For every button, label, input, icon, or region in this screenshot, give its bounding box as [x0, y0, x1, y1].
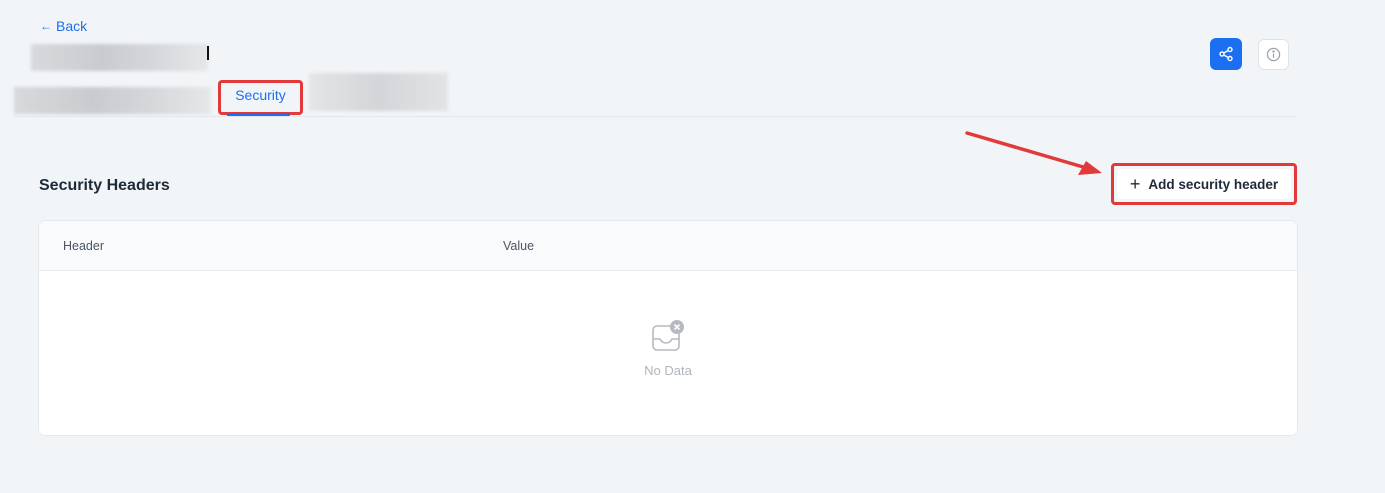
- info-icon: [1266, 47, 1281, 62]
- info-button[interactable]: [1258, 39, 1289, 70]
- back-link[interactable]: ← Back: [40, 18, 87, 34]
- add-security-header-button[interactable]: + Add security header: [1117, 169, 1291, 199]
- tab-security[interactable]: Security: [218, 80, 303, 115]
- table-header-row: Header Value: [39, 221, 1297, 271]
- add-button-label: Add security header: [1148, 176, 1279, 192]
- tab-security-label: Security: [235, 87, 286, 103]
- no-data-icon: [652, 320, 684, 351]
- column-header: Header: [63, 239, 104, 253]
- share-button[interactable]: [1210, 38, 1242, 70]
- column-value: Value: [503, 239, 535, 253]
- empty-state: No Data: [39, 319, 1297, 378]
- tab-redacted-left[interactable]: [14, 87, 211, 114]
- section-title: Security Headers: [39, 177, 170, 194]
- empty-text: No Data: [644, 363, 692, 378]
- back-label: Back: [56, 18, 88, 34]
- annotation-arrow: [965, 131, 1102, 175]
- security-headers-table: Header Value No Data: [39, 221, 1297, 435]
- text-caret: [207, 46, 209, 60]
- plus-icon: +: [1129, 174, 1141, 194]
- tabs-divider: [14, 116, 1296, 117]
- page-title-redacted: [31, 44, 208, 71]
- arrow-left-icon: ←: [40, 19, 52, 33]
- share-icon: [1219, 46, 1233, 62]
- tab-redacted-right[interactable]: [309, 73, 448, 111]
